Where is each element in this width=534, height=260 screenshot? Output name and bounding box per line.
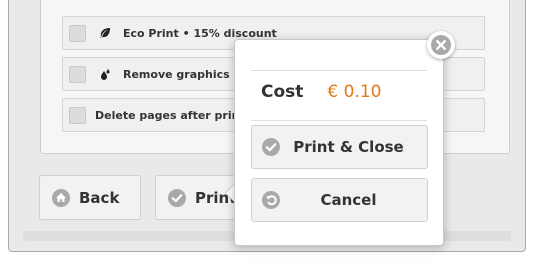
cost-row: Cost € 0.10 xyxy=(261,82,381,106)
delete-pages-checkbox[interactable] xyxy=(69,106,86,124)
close-icon xyxy=(431,35,451,55)
print-close-label: Print & Close xyxy=(293,138,404,156)
popover-divider xyxy=(251,70,427,71)
remove-graphics-checkbox[interactable] xyxy=(69,65,86,83)
cost-popover: Cost € 0.10 Print & Close Cancel xyxy=(234,39,444,246)
check-icon xyxy=(262,138,280,156)
leaf-icon xyxy=(98,26,112,40)
undo-icon xyxy=(262,191,280,209)
option-label: Eco Print • 15% discount xyxy=(123,26,277,40)
eco-print-checkbox[interactable] xyxy=(69,24,86,42)
popover-divider xyxy=(251,120,427,121)
check-icon xyxy=(168,188,186,207)
home-icon xyxy=(52,188,70,207)
close-popover-button[interactable] xyxy=(427,31,455,59)
option-label: Delete pages after print xyxy=(95,108,245,122)
print-close-button[interactable]: Print & Close xyxy=(251,125,428,169)
print-button[interactable]: Print xyxy=(155,175,235,220)
cost-label: Cost xyxy=(261,82,304,102)
option-label: Remove graphics xyxy=(123,67,230,81)
back-label: Back xyxy=(79,188,120,207)
back-button[interactable]: Back xyxy=(39,175,141,220)
cost-value: € 0.10 xyxy=(327,82,382,102)
drops-icon xyxy=(98,67,112,81)
cancel-label: Cancel xyxy=(320,191,377,209)
cancel-button[interactable]: Cancel xyxy=(251,178,428,222)
